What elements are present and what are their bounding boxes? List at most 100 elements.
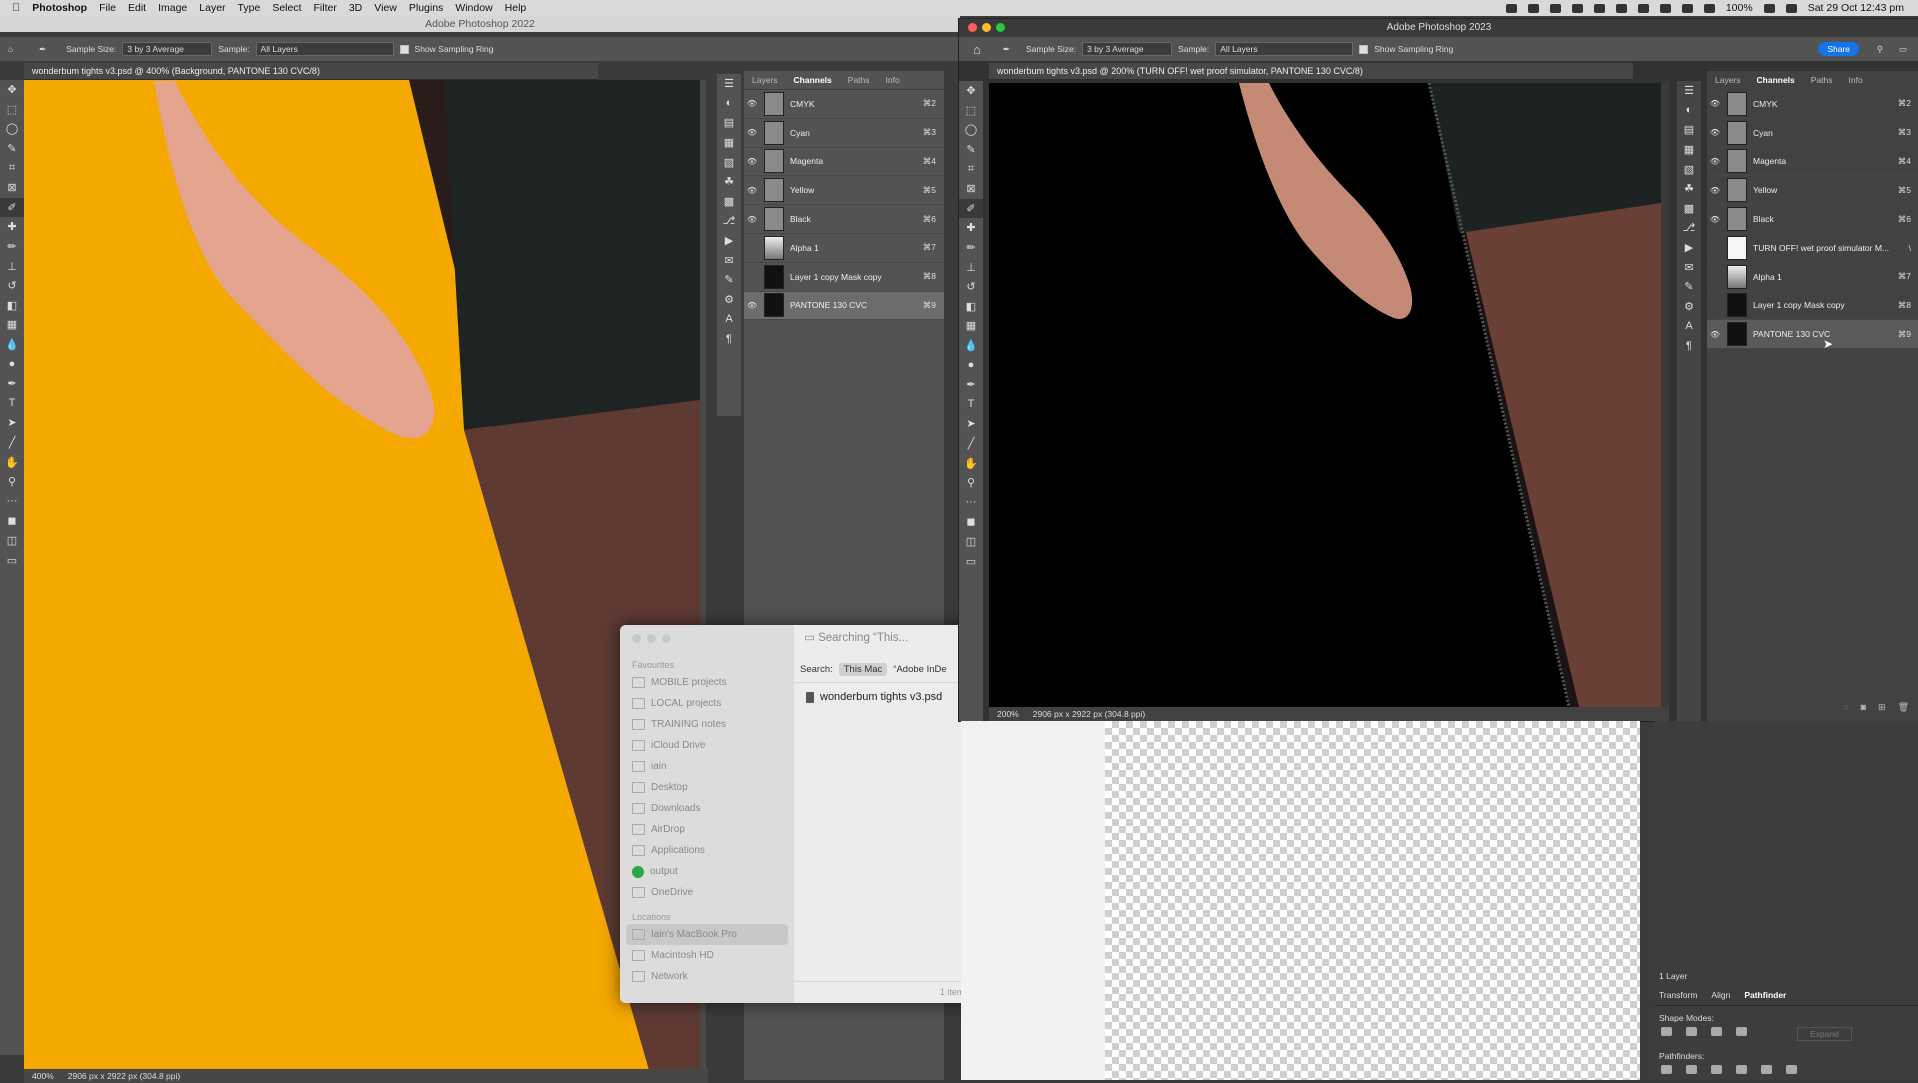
path-select-icon[interactable]: ➤ [959,414,983,434]
tab-layers[interactable]: Layers [744,75,786,85]
menu-plugins[interactable]: Plugins [409,2,443,14]
channel-row[interactable]: Alpha 1 ⌘7 [1707,263,1918,292]
character-icon[interactable]: A [1677,316,1701,336]
minimize-button[interactable] [982,23,991,32]
marquee-tool-icon[interactable]: ⬚ [0,100,24,120]
tab-pathfinder[interactable]: Pathfinder [1744,990,1786,1000]
status-icon-6[interactable] [1615,3,1627,13]
tab-layers[interactable]: Layers [1707,75,1749,85]
eyedropper-tool-icon[interactable]: ✒ [39,44,46,55]
scope-this-mac[interactable]: This Mac [838,662,888,676]
tab-info[interactable]: Info [1841,75,1871,85]
shapes-icon[interactable]: ☘ [1677,179,1701,199]
actions-icon[interactable]: ▶ [1677,238,1701,258]
blur-tool-icon[interactable]: 💧 [0,335,24,355]
sidebar-item[interactable]: Downloads [620,798,794,819]
ps2023-zoom-value[interactable]: 200% [997,709,1019,719]
visibility-eye-icon[interactable]: 👁 [1707,99,1723,108]
channel-row[interactable]: TURN OFF! wet proof simulator M... \ [1707,234,1918,263]
status-icon-4[interactable] [1571,3,1583,13]
home-icon[interactable]: ⌂ [973,42,981,57]
outline-icon[interactable] [1761,1065,1772,1074]
sidebar-item[interactable]: Macintosh HD [620,945,794,966]
battery-icon[interactable] [1763,3,1775,13]
eraser-tool-icon[interactable]: ◧ [959,297,983,317]
sidebar-item[interactable]: AirDrop [620,819,794,840]
status-icon-1[interactable] [1505,3,1517,13]
stamp-tool-icon[interactable]: ⊥ [0,256,24,276]
ps2023-doc-tab[interactable]: wonderbum tights v3.psd @ 200% (TURN OFF… [989,63,1633,80]
minus-back-icon[interactable] [1786,1065,1797,1074]
sidebar-item[interactable]: Applications [620,840,794,861]
adjustments-icon[interactable]: ☰ [1677,81,1701,101]
styles-icon[interactable]: ◐ [717,94,741,114]
tab-channels[interactable]: Channels [786,75,840,85]
adjustments-icon[interactable]: ☰ [717,74,741,94]
dodge-tool-icon[interactable]: ● [0,354,24,374]
sample-select[interactable]: All Layers [255,42,394,56]
hand-tool-icon[interactable]: ✋ [959,453,983,473]
line-tool-icon[interactable]: ╱ [959,434,983,454]
marquee-tool-icon[interactable]: ⬚ [959,101,983,121]
menu-select[interactable]: Select [272,2,301,14]
tab-channels[interactable]: Channels [1749,75,1803,85]
close-button[interactable] [968,23,977,32]
patterns-icon[interactable]: ▩ [1677,199,1701,219]
quick-mask-icon[interactable]: ◫ [0,531,24,551]
hand-tool-icon[interactable]: ✋ [0,452,24,472]
sample-size-select[interactable]: 3 by 3 Average [1082,42,1173,56]
crop-tool-icon[interactable]: ⌗ [0,158,24,178]
history-brush-icon[interactable]: ↺ [959,277,983,297]
swatches-icon[interactable]: ▦ [717,133,741,153]
sidebar-item[interactable]: TRAINING notes [620,714,794,735]
crop-icon[interactable] [1736,1065,1747,1074]
status-icon-8[interactable] [1659,3,1671,13]
ps2023-scrollbar[interactable] [1661,83,1669,707]
visibility-eye-icon[interactable]: 👁 [744,99,760,108]
merge-icon[interactable] [1711,1065,1722,1074]
trim-icon[interactable] [1686,1065,1697,1074]
menu-3d[interactable]: 3D [349,2,362,14]
menu-edit[interactable]: Edit [128,2,146,14]
quick-mask-icon[interactable]: ◫ [959,532,983,552]
history-icon[interactable]: ▤ [1677,120,1701,140]
tab-align[interactable]: Align [1711,990,1730,1000]
gradients-icon[interactable]: ▧ [717,152,741,172]
visibility-eye-icon[interactable]: 👁 [1707,330,1723,339]
visibility-eye-icon[interactable]: 👁 [1707,157,1723,166]
minimize-button[interactable] [647,634,656,643]
history-brush-icon[interactable]: ↺ [0,276,24,296]
status-icon-7[interactable] [1637,3,1649,13]
zoom-button[interactable] [662,634,671,643]
sampling-ring-checkbox[interactable] [1359,44,1369,54]
share-button[interactable]: Share [1818,42,1859,56]
menu-help[interactable]: Help [505,2,527,14]
screen-mode-icon[interactable]: ▭ [959,551,983,571]
sidebar-item[interactable]: OneDrive [620,882,794,903]
zoom-button[interactable] [996,23,1005,32]
status-icon-2[interactable] [1527,3,1539,13]
home-icon[interactable]: ⌂ [8,44,13,54]
lasso-tool-icon[interactable]: ◯ [0,119,24,139]
lasso-tool-icon[interactable]: ◯ [959,120,983,140]
save-selection-icon[interactable]: ◙ [1861,702,1866,713]
channel-row[interactable]: Layer 1 copy Mask copy ⌘8 [1707,292,1918,321]
dodge-tool-icon[interactable]: ● [959,355,983,375]
swatches-icon[interactable]: ▦ [1677,140,1701,160]
character-icon[interactable]: A [717,309,741,329]
tab-paths[interactable]: Paths [1803,75,1841,85]
gradients-icon[interactable]: ▧ [1677,159,1701,179]
channel-row[interactable]: 👁 Magenta ⌘4 [744,148,944,177]
channel-row[interactable]: Alpha 1 ⌘7 [744,234,944,263]
expand-button[interactable]: Expand [1797,1027,1852,1041]
visibility-eye-icon[interactable]: 👁 [1707,128,1723,137]
visibility-eye-icon[interactable]: 👁 [1707,215,1723,224]
close-button[interactable] [632,634,641,643]
pen-tool-icon[interactable]: ✒ [959,375,983,395]
wifi-icon[interactable] [1681,3,1693,13]
shapes-icon[interactable]: ☘ [717,172,741,192]
sidebar-item[interactable]: Desktop [620,777,794,798]
brushes-icon[interactable]: ✎ [1677,277,1701,297]
channel-row[interactable]: 👁 Cyan ⌘3 [744,119,944,148]
path-select-icon[interactable]: ➤ [0,413,24,433]
